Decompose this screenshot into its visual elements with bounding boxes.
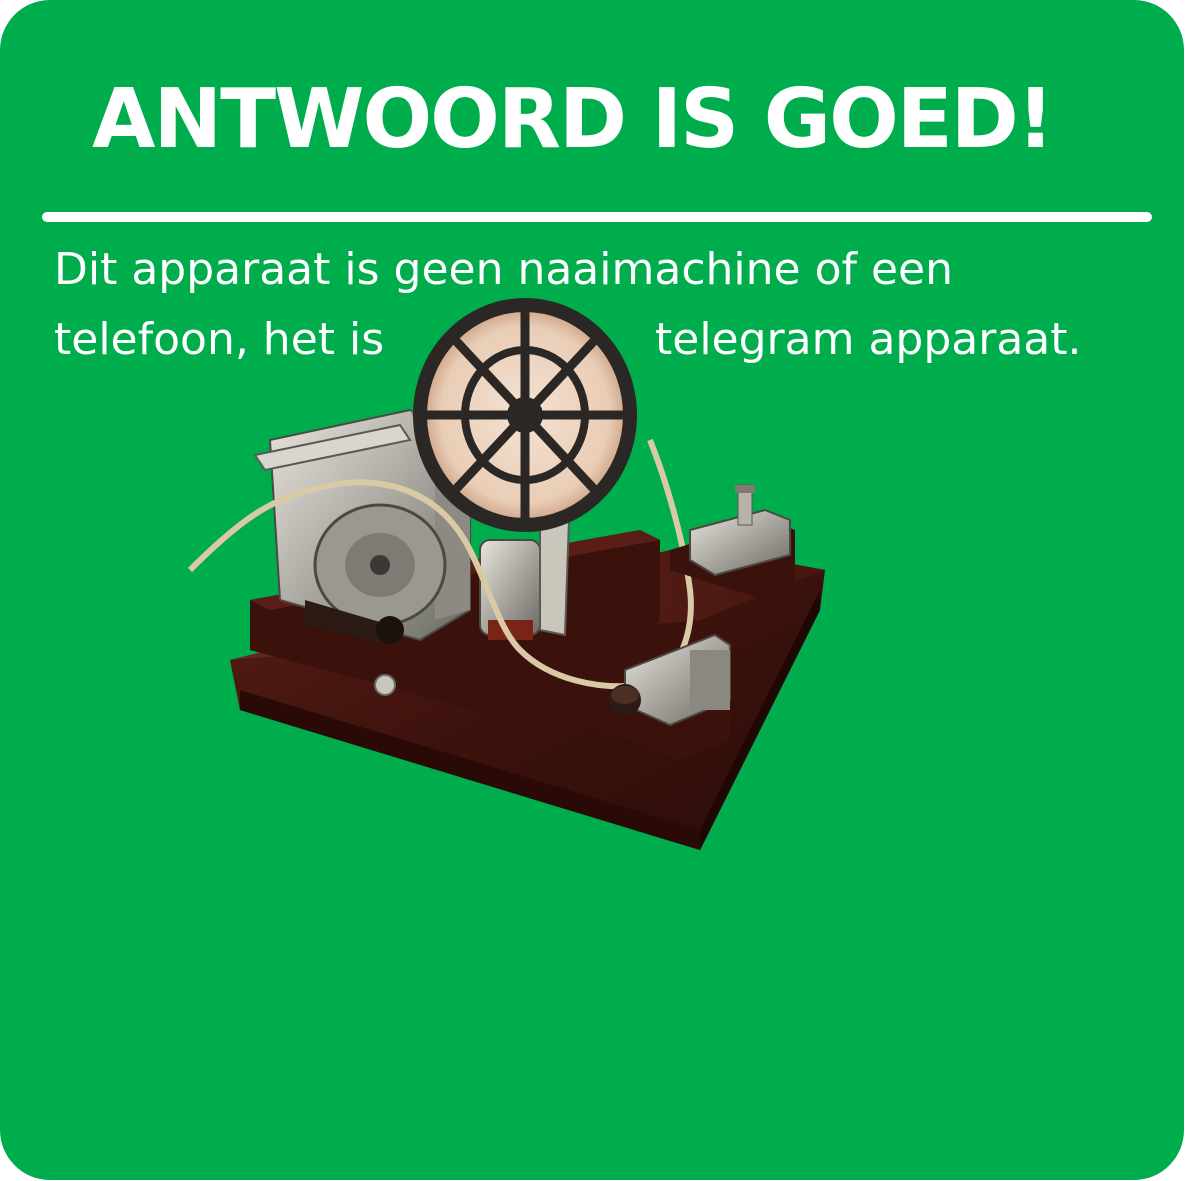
title-divider xyxy=(42,212,1152,222)
telegraph-machine-image xyxy=(187,298,825,850)
answer-card: ANTWOORD IS GOED! Dit apparaat is geen n… xyxy=(0,0,1184,1180)
result-title: ANTWOORD IS GOED! xyxy=(92,72,1054,167)
